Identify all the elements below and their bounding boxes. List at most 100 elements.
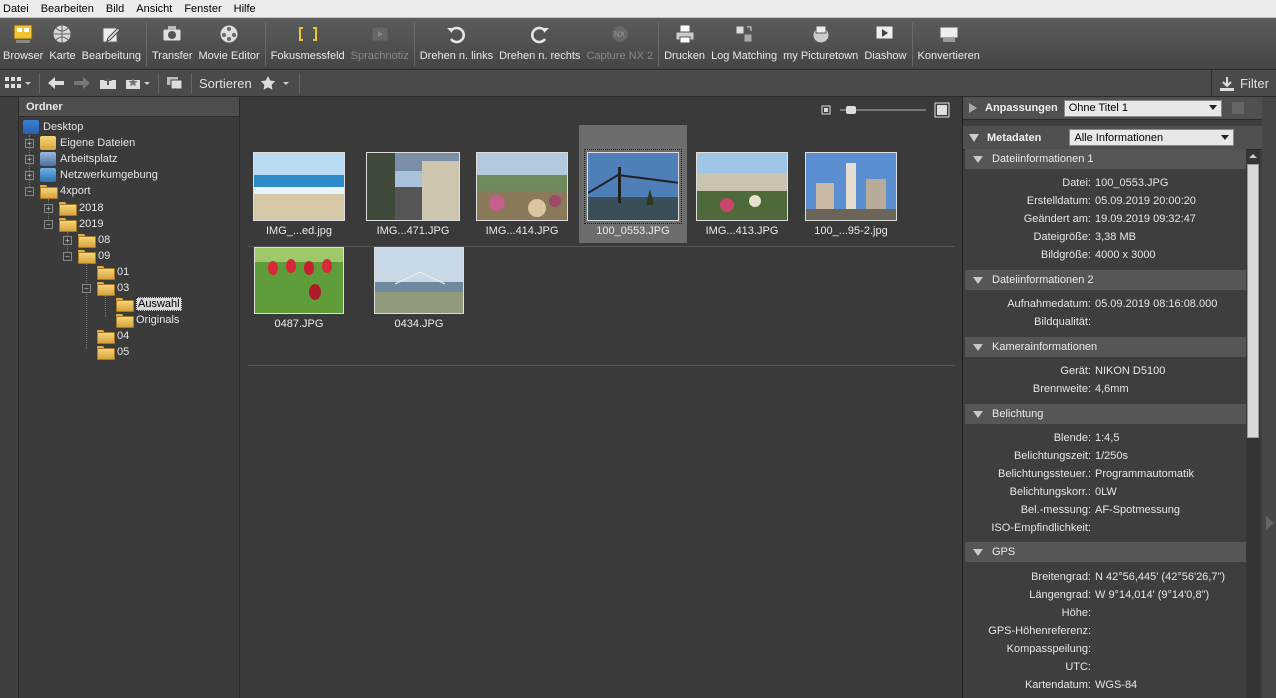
tree-item-03[interactable]: − 03	[82, 280, 129, 296]
tree-item-label: Arbeitsplatz	[60, 153, 118, 165]
thumbnail-item[interactable]: 0434.JPG	[365, 247, 473, 365]
my-picturetown-button[interactable]: my Picturetown	[780, 18, 861, 70]
chevron-down-icon	[1221, 134, 1230, 140]
metadata-key: Bildqualität:	[1034, 316, 1091, 328]
collapse-minus-icon[interactable]: −	[25, 186, 34, 196]
tree-item-2018[interactable]: + 2018	[44, 200, 103, 216]
section-kamerainformationen[interactable]: Kamerainformationen	[965, 337, 1246, 357]
arrow-right-icon	[74, 77, 90, 89]
metadata-row: Belichtungszeit: 1/250s	[965, 447, 1246, 465]
section-dateiinformationen-1[interactable]: Dateiinformationen 1	[965, 149, 1246, 169]
adjustments-header[interactable]: Anpassungen Ohne Titel 1	[963, 97, 1262, 120]
tree-item-originals[interactable]: Originals	[101, 312, 179, 328]
left-collapse-strip[interactable]	[0, 97, 18, 698]
slider-handle[interactable]	[846, 106, 856, 114]
section-dateiinformationen-2[interactable]: Dateiinformationen 2	[965, 270, 1246, 290]
menu-bearbeiten[interactable]: Bearbeiten	[41, 3, 94, 15]
forward-button[interactable]	[69, 70, 95, 97]
tree-item-label: 09	[98, 250, 111, 262]
capture-nx-button[interactable]: NX Capture NX 2	[583, 18, 656, 70]
tree-item-netzwerkumgebung[interactable]: + Netzwerkumgebung	[25, 167, 158, 183]
thumbnail-item[interactable]: IMG...471.JPG	[359, 125, 467, 243]
log-matching-button[interactable]: Log Matching	[708, 18, 780, 70]
browser-button[interactable]: Browser	[0, 18, 46, 70]
scroll-up-icon[interactable]	[1246, 150, 1260, 162]
menu-datei[interactable]: Datei	[3, 3, 29, 15]
menu-ansicht[interactable]: Ansicht	[136, 3, 172, 15]
thumbnail-item[interactable]: 0487.JPG	[245, 247, 353, 365]
diashow-button[interactable]: Diashow	[861, 18, 909, 70]
fokusmessfeld-button[interactable]: Fokusmessfeld	[268, 18, 348, 70]
drucken-button[interactable]: Drucken	[661, 18, 708, 70]
sprachnotiz-button[interactable]: Sprachnotiz	[348, 18, 412, 70]
thumbnail-item-selected[interactable]: 100_0553.JPG	[579, 125, 687, 243]
metadata-label: Metadaten	[987, 131, 1042, 144]
tree-item-4xport[interactable]: − 4xport	[25, 183, 91, 199]
large-thumb-icon[interactable]	[934, 102, 950, 118]
collapse-minus-icon[interactable]: −	[82, 283, 91, 293]
collapse-minus-icon[interactable]: −	[63, 251, 72, 261]
right-collapse-strip[interactable]	[1262, 97, 1276, 698]
adjustments-dropdown[interactable]: Ohne Titel 1	[1063, 99, 1222, 117]
tree-item-desktop[interactable]: Desktop	[23, 119, 83, 135]
collapse-minus-icon[interactable]: −	[44, 219, 53, 229]
drehen-rechts-button[interactable]: Drehen n. rechts	[496, 18, 583, 70]
triangle-down-icon	[973, 410, 983, 418]
tree-item-eigene-dateien[interactable]: + Eigene Dateien	[25, 135, 135, 151]
section-belichtung[interactable]: Belichtung	[965, 404, 1246, 424]
view-mode-button[interactable]	[0, 70, 36, 97]
tree-item-arbeitsplatz[interactable]: + Arbeitsplatz	[25, 151, 117, 167]
section-gps[interactable]: GPS	[965, 542, 1246, 562]
transfer-button[interactable]: Transfer	[149, 18, 196, 70]
thumbnail-image	[696, 152, 788, 221]
metadata-scrollbar[interactable]	[1246, 150, 1260, 698]
metadata-value: WGS-84	[1095, 679, 1138, 691]
expand-plus-icon[interactable]: +	[25, 154, 34, 164]
filter-button[interactable]: Filter	[1211, 70, 1276, 97]
folder-up-button[interactable]	[95, 70, 121, 97]
konvertieren-button[interactable]: Konvertieren	[915, 18, 983, 70]
bearbeitung-button[interactable]: Bearbeitung	[79, 18, 144, 70]
thumbnail-item[interactable]: IMG...413.JPG	[688, 125, 796, 243]
tree-item-04[interactable]: 04	[82, 328, 129, 344]
rating-filter-button[interactable]	[256, 70, 296, 97]
tree-item-label: Eigene Dateien	[60, 137, 136, 149]
tree-item-2019[interactable]: − 2019	[44, 216, 103, 232]
expand-plus-icon[interactable]: +	[25, 170, 34, 180]
sort-button[interactable]: Sortieren	[195, 76, 256, 91]
karte-button[interactable]: Karte	[46, 18, 78, 70]
metadata-row: Längengrad: W 9°14,014' (9°14'0,8")	[965, 586, 1246, 604]
tree-item-auswahl[interactable]: Auswahl	[101, 296, 182, 312]
drehen-links-button[interactable]: Drehen n. links	[417, 18, 496, 70]
movie-editor-button[interactable]: Movie Editor	[196, 18, 263, 70]
metadata-row: Breitengrad: N 42°56,445' (42°56'26,7")	[965, 568, 1246, 586]
scrollbar-thumb[interactable]	[1247, 164, 1259, 438]
network-icon	[40, 168, 56, 182]
metadata-key: Geändert am:	[1023, 213, 1091, 225]
tree-item-09[interactable]: − 09	[63, 248, 110, 264]
expand-plus-icon[interactable]: +	[25, 138, 34, 148]
menu-hilfe[interactable]: Hilfe	[234, 3, 256, 15]
small-thumb-icon[interactable]	[820, 104, 832, 116]
menu-bild[interactable]: Bild	[106, 3, 124, 15]
back-button[interactable]	[43, 70, 69, 97]
tree-item-05[interactable]: 05	[82, 344, 129, 360]
expand-plus-icon[interactable]: +	[44, 203, 53, 213]
metadata-header[interactable]: Metadaten Alle Informationen	[963, 126, 1262, 150]
thumbnail-item[interactable]: IMG...414.JPG	[468, 125, 576, 243]
menu-fenster[interactable]: Fenster	[184, 3, 221, 15]
metadata-value: 05.09.2019 20:00:20	[1095, 195, 1196, 207]
thumbnail-size-slider[interactable]	[840, 104, 926, 116]
metadata-dropdown[interactable]: Alle Informationen	[1069, 129, 1235, 146]
new-window-button[interactable]	[162, 70, 188, 97]
drehen-links-label: Drehen n. links	[419, 50, 494, 62]
thumbnail-item[interactable]: IMG_...ed.jpg	[245, 125, 353, 243]
adjustments-extra-icon[interactable]	[1230, 100, 1246, 116]
expand-right-icon[interactable]	[1264, 513, 1276, 533]
expand-plus-icon[interactable]: +	[63, 235, 72, 245]
thumbnail-item[interactable]: 100_...95-2.jpg	[797, 125, 905, 243]
tree-item-08[interactable]: + 08	[63, 232, 110, 248]
tree-item-01[interactable]: 01	[82, 264, 129, 280]
camera-icon	[161, 23, 183, 45]
favorite-folder-button[interactable]	[121, 70, 155, 97]
